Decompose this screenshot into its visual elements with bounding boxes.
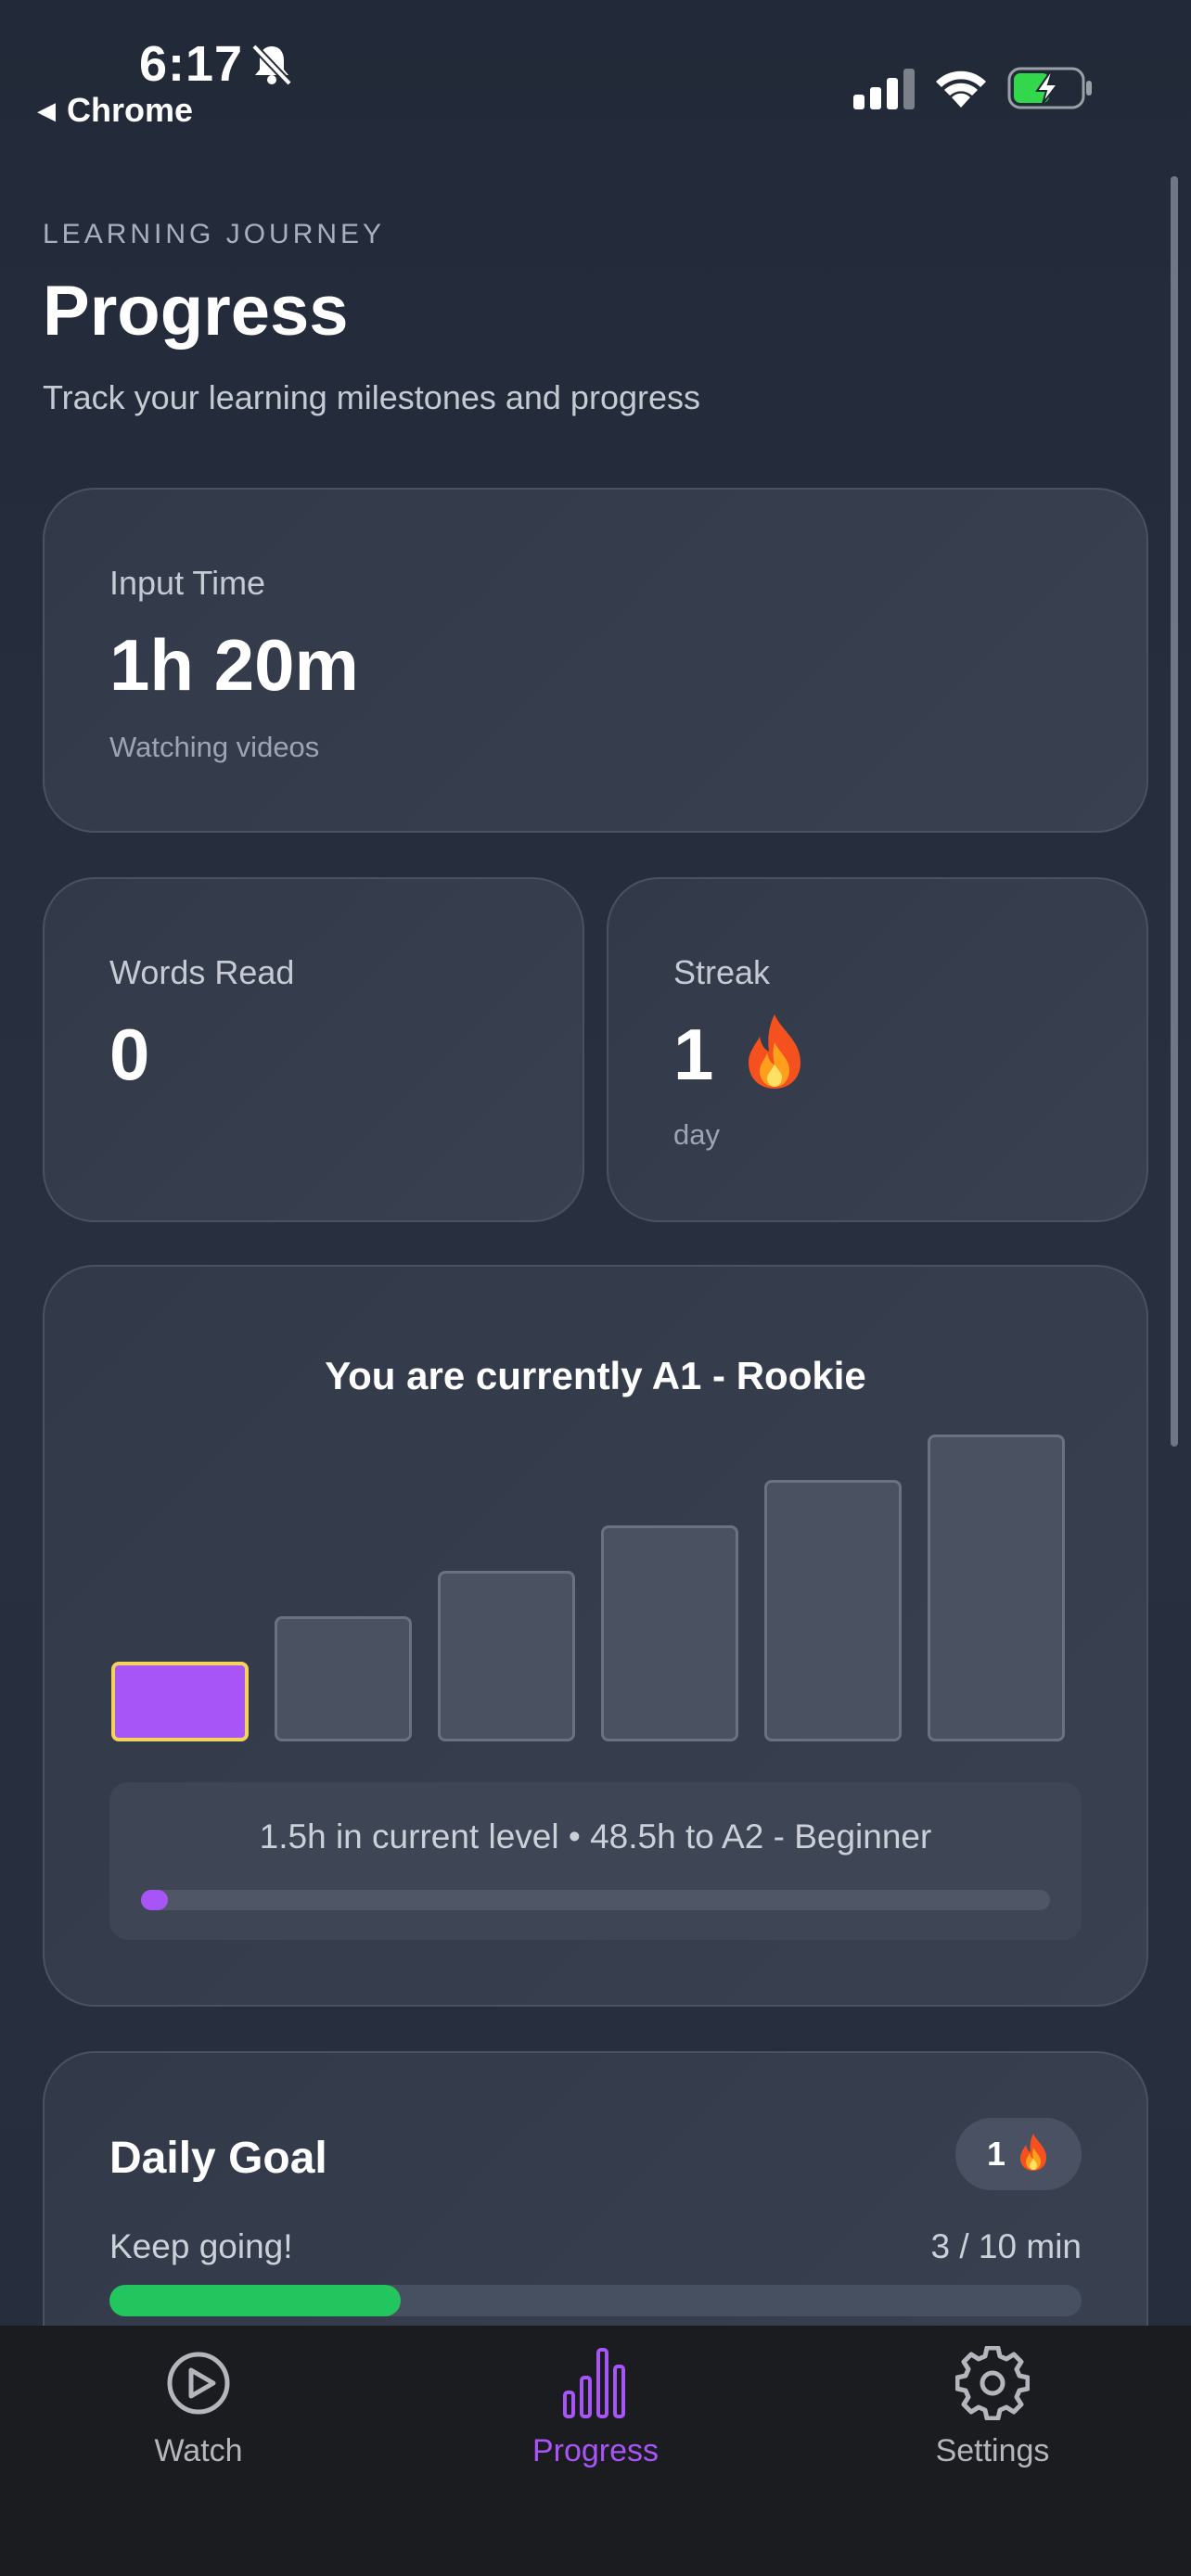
input-time-card: Input Time 1h 20m Watching videos xyxy=(43,488,1148,833)
cellular-signal-icon xyxy=(853,69,915,109)
play-circle-icon xyxy=(167,2352,230,2415)
scrollbar[interactable] xyxy=(1171,176,1178,1447)
level-progress-track xyxy=(141,1890,1050,1910)
words-read-card: Words Read 0 xyxy=(43,877,584,1222)
back-to-app-link[interactable]: ◀ Chrome xyxy=(37,91,193,130)
words-read-value: 0 xyxy=(109,1014,150,1095)
tab-progress-label: Progress xyxy=(531,2433,660,2468)
words-read-label: Words Read xyxy=(109,953,295,991)
tab-progress[interactable]: Progress xyxy=(475,2346,716,2485)
back-triangle-icon: ◀ xyxy=(37,96,56,124)
bar-chart-icon xyxy=(563,2348,625,2418)
streak-unit: day xyxy=(673,1118,720,1151)
wifi-icon xyxy=(936,70,986,108)
level-bar xyxy=(438,1571,575,1741)
page-title: Progress xyxy=(43,272,349,351)
status-bar: 6:17 ◀ Chrome xyxy=(0,0,1191,139)
page-subtitle: Track your learning milestones and progr… xyxy=(43,378,700,416)
level-progress-fill xyxy=(141,1890,169,1910)
input-time-note: Watching videos xyxy=(109,731,320,763)
daily-goal-streak-badge: 1 xyxy=(955,2118,1082,2190)
level-progress-panel: 1.5h in current level • 48.5h to A2 - Be… xyxy=(109,1782,1082,1940)
status-time: 6:17 xyxy=(139,36,244,92)
level-bar xyxy=(275,1616,412,1741)
tab-watch[interactable]: Watch xyxy=(78,2346,319,2485)
section-eyebrow: LEARNING JOURNEY xyxy=(43,219,386,249)
daily-goal-message: Keep going! xyxy=(109,2227,293,2265)
streak-label: Streak xyxy=(673,953,771,991)
fire-icon xyxy=(749,1014,801,1089)
daily-goal-progress-track xyxy=(109,2285,1082,2316)
daily-goal-progress-text: 3 / 10 min xyxy=(930,2227,1082,2265)
level-progress-text: 1.5h in current level • 48.5h to A2 - Be… xyxy=(259,1817,932,1855)
tab-settings[interactable]: Settings xyxy=(872,2346,1113,2485)
level-card: You are currently A1 - Rookie 1.5h in cu… xyxy=(43,1265,1148,2007)
fire-icon xyxy=(1020,2134,1047,2171)
battery-charging-icon xyxy=(1007,67,1092,109)
bell-muted-icon xyxy=(251,44,292,86)
streak-value-row: 1 xyxy=(673,1013,808,1097)
input-time-value: 1h 20m xyxy=(109,624,359,706)
daily-goal-progress-fill xyxy=(109,2285,402,2316)
daily-goal-title: Daily Goal xyxy=(109,2134,327,2183)
level-bar xyxy=(601,1525,738,1741)
streak-value: 1 xyxy=(673,1014,714,1095)
input-time-label: Input Time xyxy=(109,564,266,602)
progress-screen: 6:17 ◀ Chrome LEARNING JOURNEY Progress … xyxy=(0,0,1191,2576)
level-bar-current xyxy=(111,1662,249,1741)
gear-icon xyxy=(955,2346,1030,2420)
level-bar xyxy=(764,1480,902,1741)
back-app-label: Chrome xyxy=(67,91,194,129)
streak-card: Streak 1 day xyxy=(607,877,1148,1222)
tab-settings-label: Settings xyxy=(935,2433,1050,2468)
level-bar xyxy=(928,1435,1065,1741)
tab-watch-label: Watch xyxy=(154,2433,243,2468)
bottom-tab-bar: Watch Progress Settings xyxy=(0,2326,1191,2576)
daily-goal-badge-count: 1 xyxy=(986,2135,1006,2173)
